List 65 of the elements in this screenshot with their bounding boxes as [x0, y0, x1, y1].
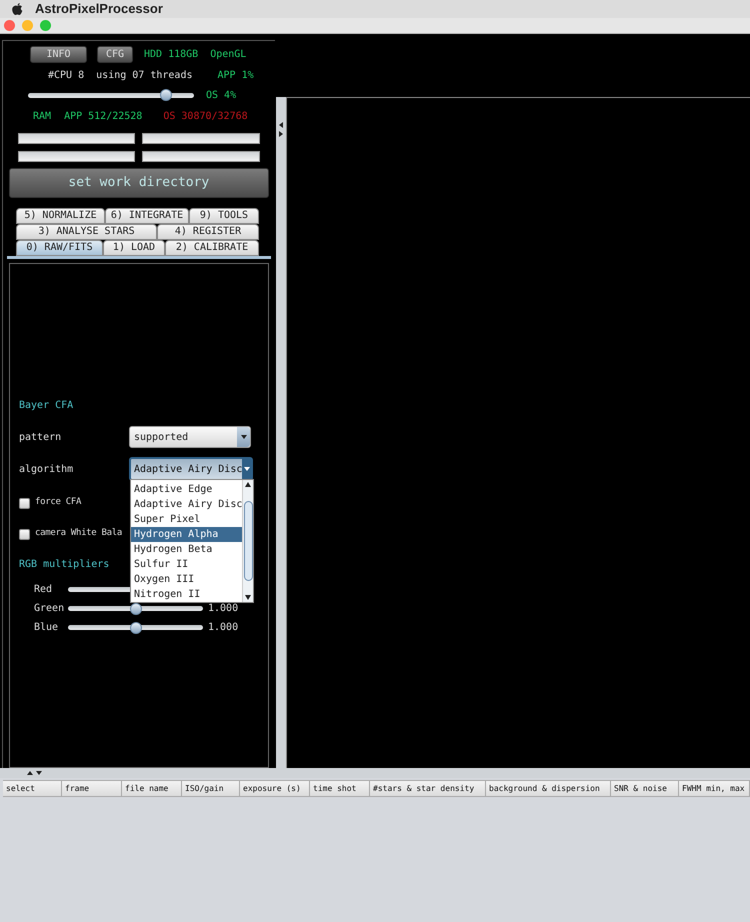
work-directory-button[interactable]: set work directory: [9, 168, 269, 198]
slider-thumb[interactable]: [160, 89, 172, 101]
tab[interactable]: 6) INTEGRATE: [105, 208, 189, 224]
slider-label: Red: [34, 583, 54, 597]
column-header[interactable]: exposure (s): [240, 781, 310, 796]
column-header[interactable]: frame: [62, 781, 122, 796]
column-header[interactable]: file name: [122, 781, 182, 796]
column-header[interactable]: background & dispersion: [486, 781, 611, 796]
slider-label: Green: [34, 602, 66, 616]
tab[interactable]: 5) NORMALIZE: [16, 208, 105, 224]
disk-status: HDD 118GB: [144, 48, 198, 62]
field-label: algorithm: [19, 462, 74, 476]
toolbar-button[interactable]: INFO: [30, 46, 87, 62]
dropdown-arrow-icon: [240, 435, 246, 439]
dropdown-option[interactable]: Oxygen III: [131, 572, 242, 587]
tab[interactable]: 3) ANALYSE STARS: [16, 224, 157, 240]
scroll-down-icon[interactable]: [245, 595, 252, 600]
dropdown-arrow-icon: [244, 467, 250, 471]
tab[interactable]: 9) TOOLS: [189, 208, 259, 224]
slider-value: 1.000: [208, 621, 238, 635]
dropdown-option[interactable]: Adaptive Edge: [131, 482, 242, 497]
expand-right-icon[interactable]: [278, 131, 283, 137]
dropdown-option[interactable]: Nitrogen II: [131, 587, 242, 602]
tab[interactable]: 0) RAW/FITS: [16, 240, 103, 256]
dropdown-option[interactable]: Super Pixel: [131, 512, 242, 527]
ram-os-usage: OS 30870/32768: [163, 110, 248, 124]
ram-label: RAM: [33, 110, 52, 124]
algorithm-dropdown[interactable]: Adaptive Airy Disc: [129, 457, 253, 481]
section-title: RGB multipliers: [19, 558, 110, 572]
dropdown-option[interactable]: Hydrogen Beta: [131, 542, 242, 557]
column-header[interactable]: time shot: [310, 781, 370, 796]
column-header[interactable]: ISO/gain: [182, 781, 240, 796]
scrollbar[interactable]: [242, 480, 253, 602]
app-name[interactable]: AstroPixelProcessor: [35, 0, 163, 19]
os-cpu-usage: OS 4%: [206, 88, 236, 102]
column-header[interactable]: select: [3, 781, 62, 796]
field-label: pattern: [19, 430, 62, 444]
section-title: Bayer CFA: [19, 399, 74, 413]
dropdown-option[interactable]: Hydrogen Alpha: [131, 527, 242, 542]
slider-value: 1.000: [208, 602, 238, 616]
dropdown-option[interactable]: Sulfur II: [131, 557, 242, 572]
pattern-dropdown[interactable]: supported: [129, 426, 251, 448]
column-header[interactable]: #stars & star density: [370, 781, 486, 796]
tab[interactable]: 4) REGISTER: [157, 224, 259, 240]
apple-icon[interactable]: [12, 2, 23, 16]
checkbox[interactable]: [19, 528, 30, 540]
collapse-up-icon[interactable]: [27, 771, 33, 775]
checkbox-label: force CFA: [35, 496, 82, 510]
column-header[interactable]: SNR & noise: [611, 781, 679, 796]
dropdown-option[interactable]: Adaptive Airy Disc: [131, 497, 242, 512]
app-cpu-usage: APP 1%: [218, 68, 254, 82]
checkbox-label: camera White Bala: [35, 527, 122, 540]
tab[interactable]: 2) CALIBRATE: [165, 240, 259, 256]
tab[interactable]: 1) LOAD: [103, 240, 165, 256]
ram-app-usage: APP 512/22528: [64, 110, 142, 124]
splitter[interactable]: [276, 97, 286, 768]
collapse-left-icon[interactable]: [278, 122, 283, 128]
cpu-status: #CPU 8 using 07 threads: [48, 68, 192, 82]
slider-label: Blue: [34, 621, 60, 635]
expand-down-icon[interactable]: [36, 771, 42, 775]
toolbar-button[interactable]: CFG: [97, 46, 133, 62]
renderer-status: OpenGL: [210, 48, 246, 62]
column-header[interactable]: FWHM min, max: [679, 781, 750, 796]
checkbox[interactable]: [19, 498, 30, 508]
slider-thumb[interactable]: [130, 622, 142, 634]
